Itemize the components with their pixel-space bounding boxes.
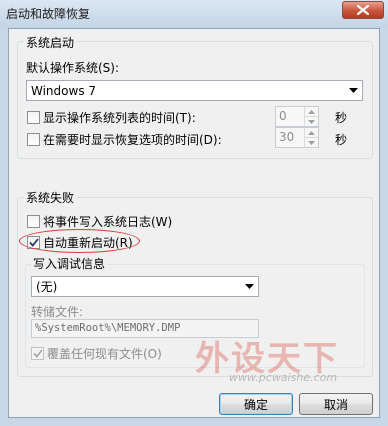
debug-info-title: 写入调试信息 — [31, 255, 108, 272]
show-recovery-box[interactable] — [27, 133, 40, 146]
dialog-body: 系统启动 默认操作系统(S): Windows 7 显示操作系统列表的时间(T)… — [8, 28, 380, 418]
debug-info-select[interactable]: (无) — [31, 276, 259, 297]
chevron-down-icon — [240, 283, 258, 290]
show-recovery-checkbox[interactable]: 在需要时显示恢复选项的时间(D): — [27, 131, 222, 148]
overwrite-box[interactable] — [31, 347, 44, 360]
ok-button[interactable]: 确定 — [219, 393, 293, 415]
system-failure-title: 系统失败 — [24, 189, 77, 206]
write-event-checkbox[interactable]: 将事件写入系统日志(W) — [27, 213, 172, 230]
debug-info-value: (无) — [36, 280, 58, 294]
close-icon — [357, 5, 369, 15]
default-os-label: 默认操作系统(S): — [26, 61, 120, 75]
title-bar[interactable]: 启动和故障恢复 — [0, 0, 388, 28]
show-os-list-checkbox[interactable]: 显示操作系统列表的时间(T): — [27, 109, 196, 126]
spin-up-icon — [305, 128, 318, 137]
show-recovery-spinner: 30 — [275, 127, 319, 148]
write-event-label: 将事件写入系统日志(W) — [43, 215, 173, 229]
show-os-list-label: 显示操作系统列表的时间(T): — [43, 111, 196, 125]
chevron-down-icon — [344, 87, 362, 94]
show-os-list-unit: 秒 — [335, 111, 348, 125]
cancel-button[interactable]: 取消 — [299, 393, 373, 415]
show-os-list-box[interactable] — [27, 111, 40, 124]
overwrite-checkbox[interactable]: 覆盖任何现有文件(O) — [31, 345, 162, 362]
close-button[interactable] — [342, 1, 384, 19]
spin-down-icon — [305, 137, 318, 147]
checkmark-icon — [32, 349, 43, 358]
spin-down-icon — [305, 116, 318, 126]
show-os-list-spinner: 0 — [275, 106, 319, 127]
highlight-oval — [19, 229, 140, 253]
default-os-select[interactable]: Windows 7 — [26, 80, 363, 101]
show-recovery-value: 30 — [279, 130, 295, 144]
window-title: 启动和故障恢复 — [6, 7, 91, 21]
write-event-box[interactable] — [27, 215, 40, 228]
dump-file-input[interactable]: %SystemRoot%\MEMORY.DMP — [31, 319, 259, 338]
system-startup-title: 系统启动 — [24, 34, 77, 51]
show-recovery-unit: 秒 — [335, 133, 348, 147]
overwrite-label: 覆盖任何现有文件(O) — [47, 347, 162, 361]
default-os-value: Windows 7 — [31, 83, 97, 98]
show-recovery-label: 在需要时显示恢复选项的时间(D): — [43, 133, 222, 147]
show-os-list-value: 0 — [279, 109, 287, 123]
spin-up-icon — [305, 107, 318, 116]
dump-file-label: 转储文件: — [31, 305, 84, 319]
